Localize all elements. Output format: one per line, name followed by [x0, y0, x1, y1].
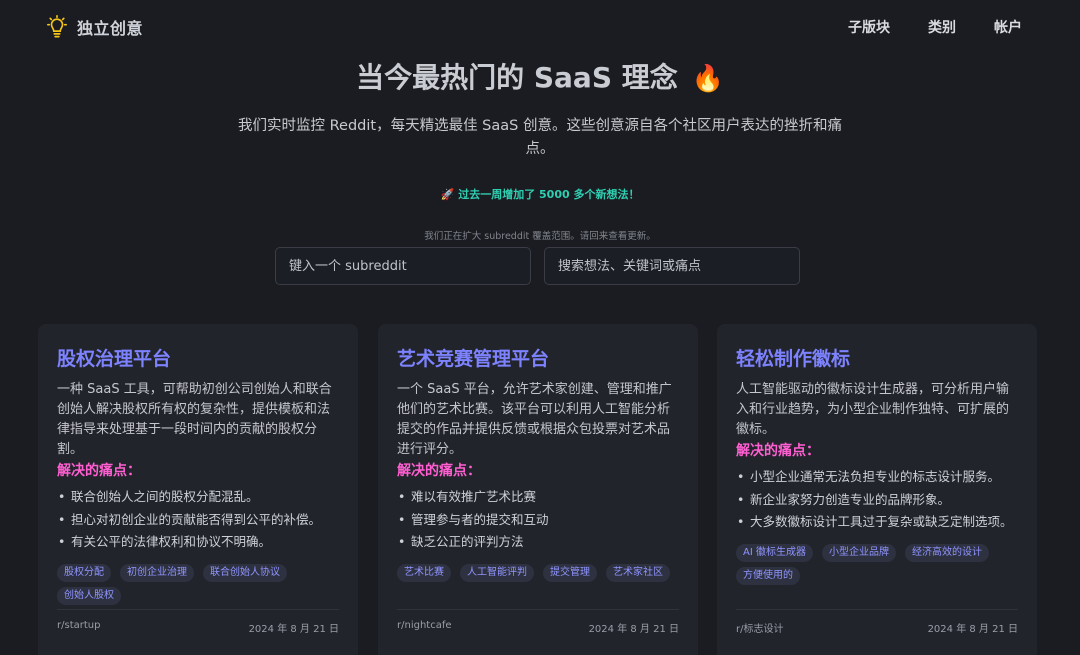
search-input[interactable] — [544, 247, 800, 285]
rocket-icon: 🚀 — [440, 188, 455, 201]
tag[interactable]: 艺术比赛 — [397, 563, 451, 582]
page-subtitle: 我们实时监控 Reddit，每天精选最佳 SaaS 创意。这些创意源自各个社区用… — [238, 118, 842, 157]
pain-point: 新企业家努力创造专业的品牌形象。 — [736, 489, 1018, 512]
brand[interactable]: 独立创意 — [46, 15, 143, 39]
subreddit-link[interactable]: r/nightcafe — [397, 620, 452, 635]
post-date: 2024 年 8 月 21 日 — [588, 624, 679, 635]
subreddit-link[interactable]: r/标志设计 — [736, 620, 783, 635]
tag-list: AI 徽标生成器 小型企业品牌 经济高效的设计 方便使用的 — [736, 543, 1018, 585]
tag[interactable]: 小型企业品牌 — [821, 543, 896, 562]
pain-points-heading: 解决的痛点： — [397, 463, 481, 479]
card-footer: r/startup 2024 年 8 月 21 日 — [57, 609, 339, 635]
idea-title[interactable]: 股权治理平台 — [57, 344, 339, 371]
idea-title[interactable]: 轻松制作徽标 — [736, 344, 1018, 371]
pain-point: 小型企业通常无法负担专业的标志设计服务。 — [736, 466, 1018, 489]
pain-point: 有关公平的法律权利和协议不明确。 — [57, 531, 339, 554]
tag[interactable]: AI 徽标生成器 — [736, 543, 813, 562]
tag-list: 股权分配 初创企业治理 联合创始人协议 创始人股权 — [57, 563, 339, 605]
pain-point: 大多数徽标设计工具过于复杂或缺乏定制选项。 — [736, 511, 1018, 534]
nav-link-account[interactable]: 帐户 — [994, 17, 1022, 37]
tag[interactable]: 艺术家社区 — [606, 563, 670, 582]
idea-card[interactable]: 艺术竞赛管理平台 一个 SaaS 平台，允许艺术家创建、管理和推广他们的艺术比赛… — [378, 324, 698, 655]
post-date: 2024 年 8 月 21 日 — [927, 624, 1018, 635]
pain-points-list: 联合创始人之间的股权分配混乱。 担心对初创企业的贡献能否得到公平的补偿。 有关公… — [57, 486, 339, 554]
tag[interactable]: 联合创始人协议 — [203, 563, 287, 582]
tag[interactable]: 创始人股权 — [57, 586, 121, 605]
pain-points-heading: 解决的痛点： — [57, 463, 141, 479]
tag[interactable]: 股权分配 — [57, 563, 111, 582]
nav-link-subreddits[interactable]: 子版块 — [848, 17, 890, 37]
idea-description: 人工智能驱动的徽标设计生成器，可分析用户输入和行业趋势，为小型企业制作独特、可扩… — [736, 382, 1010, 437]
idea-description: 一个 SaaS 平台，允许艺术家创建、管理和推广他们的艺术比赛。该平台可以利用人… — [397, 382, 672, 457]
announcement-text: 过去一周增加了 5000 多个新想法！ — [458, 188, 640, 201]
tag[interactable]: 方便使用的 — [736, 566, 800, 585]
post-date: 2024 年 8 月 21 日 — [248, 624, 339, 635]
card-footer: r/标志设计 2024 年 8 月 21 日 — [736, 609, 1018, 635]
idea-title[interactable]: 艺术竞赛管理平台 — [397, 344, 679, 371]
pain-point: 缺乏公正的评判方法 — [397, 531, 679, 554]
pain-points-list: 小型企业通常无法负担专业的标志设计服务。 新企业家努力创造专业的品牌形象。 大多… — [736, 466, 1018, 534]
pain-point: 联合创始人之间的股权分配混乱。 — [57, 486, 339, 509]
tag[interactable]: 提交管理 — [543, 563, 597, 582]
tag[interactable]: 初创企业治理 — [120, 563, 194, 582]
tag-list: 艺术比赛 人工智能评判 提交管理 艺术家社区 — [397, 563, 679, 582]
fire-icon: 🔥 — [691, 64, 724, 94]
subreddit-link[interactable]: r/startup — [57, 620, 100, 635]
tag[interactable]: 人工智能评判 — [460, 563, 534, 582]
idea-card[interactable]: 轻松制作徽标 人工智能驱动的徽标设计生成器，可分析用户输入和行业趋势，为小型企业… — [717, 324, 1037, 655]
announcement: 🚀 过去一周增加了 5000 多个新想法！ — [0, 186, 1080, 202]
card-footer: r/nightcafe 2024 年 8 月 21 日 — [397, 609, 679, 635]
tag[interactable]: 经济高效的设计 — [904, 543, 989, 562]
pain-point: 管理参与者的提交和互动 — [397, 509, 679, 532]
pain-point: 难以有效推广艺术比赛 — [397, 486, 679, 509]
pain-points-list: 难以有效推广艺术比赛 管理参与者的提交和互动 缺乏公正的评判方法 — [397, 486, 679, 554]
lightbulb-icon — [47, 15, 67, 38]
page-title: 当今最热门的 SaaS 理念 🔥 — [0, 56, 1080, 96]
pain-points-heading: 解决的痛点： — [736, 443, 820, 459]
idea-card[interactable]: 股权治理平台 一种 SaaS 工具，可帮助初创公司创始人和联合创始人解决股权所有… — [38, 324, 358, 655]
expand-note: 我们正在扩大 subreddit 覆盖范围。请回来查看更新。 — [424, 231, 656, 242]
page-title-text: 当今最热门的 SaaS 理念 — [356, 61, 678, 94]
idea-description: 一种 SaaS 工具，可帮助初创公司创始人和联合创始人解决股权所有权的复杂性，提… — [57, 382, 332, 457]
nav-links: 子版块 类别 帐户 — [848, 17, 1022, 37]
top-nav: 独立创意 子版块 类别 帐户 — [0, 0, 1080, 56]
pain-point: 担心对初创企业的贡献能否得到公平的补偿。 — [57, 509, 339, 532]
subreddit-input[interactable] — [275, 247, 531, 285]
nav-link-categories[interactable]: 类别 — [928, 17, 956, 37]
brand-name: 独立创意 — [77, 19, 144, 38]
